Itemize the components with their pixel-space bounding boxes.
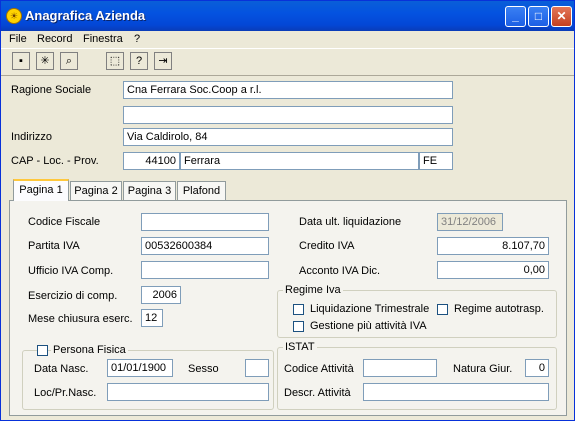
data-nascita-label: Data Nasc. bbox=[34, 363, 89, 375]
cap-field[interactable]: 44100 bbox=[123, 152, 180, 170]
codice-fiscale-label: Codice Fiscale bbox=[28, 216, 101, 228]
ragione-sociale-label: Ragione Sociale bbox=[11, 84, 92, 96]
persona-fisica-checkbox[interactable] bbox=[37, 345, 48, 356]
cancel-icon[interactable]: ✳ bbox=[36, 52, 54, 70]
tab-label: Plafond bbox=[182, 185, 221, 197]
mese-chiusura-label: Mese chiusura eserc. bbox=[28, 313, 133, 325]
window-title: Anagrafica Azienda bbox=[25, 8, 146, 23]
partita-iva-field[interactable]: 00532600384 bbox=[141, 237, 269, 255]
partita-iva-label: Partita IVA bbox=[28, 240, 80, 252]
ufficio-iva-field[interactable] bbox=[141, 261, 269, 279]
data-liquidazione-label: Data ult. liquidazione bbox=[299, 216, 402, 228]
tab-label: Pagina 1 bbox=[19, 184, 63, 196]
tab-pagina-2[interactable]: Pagina 2 bbox=[70, 181, 122, 200]
menu-finestra[interactable]: Finestra bbox=[83, 33, 123, 45]
acconto-iva-label: Acconto IVA Dic. bbox=[299, 265, 381, 277]
gestione-multi-attivita-checkbox[interactable] bbox=[293, 321, 304, 332]
regime-autotrasp-checkbox[interactable] bbox=[437, 304, 448, 315]
help-icon[interactable]: ? bbox=[130, 52, 148, 70]
natura-giuridica-field[interactable]: 0 bbox=[525, 359, 549, 377]
ufficio-iva-label: Ufficio IVA Comp. bbox=[28, 265, 114, 277]
maximize-button[interactable]: □ bbox=[528, 6, 549, 27]
esercizio-label: Esercizio di comp. bbox=[28, 290, 118, 302]
persona-fisica-label: Persona Fisica bbox=[51, 344, 128, 356]
data-nascita-field[interactable]: 01/01/1900 bbox=[107, 359, 173, 377]
close-button[interactable]: ✕ bbox=[551, 6, 572, 27]
menu-file[interactable]: File bbox=[9, 33, 27, 45]
esercizio-field[interactable]: 2006 bbox=[141, 286, 181, 304]
provincia-field[interactable]: FE bbox=[419, 152, 453, 170]
loc-nascita-field[interactable] bbox=[107, 383, 269, 401]
search-icon[interactable]: ⌕ bbox=[60, 52, 78, 70]
title-bar[interactable]: ☀ Anagrafica Azienda _ □ ✕ bbox=[1, 1, 574, 31]
data-liquidazione-field: 31/12/2006 bbox=[437, 213, 503, 231]
tab-plafond[interactable]: Plafond bbox=[177, 181, 226, 200]
sesso-field[interactable] bbox=[245, 359, 269, 377]
regime-autotrasp-label: Regime autotrasp. bbox=[454, 303, 544, 315]
main-window: ☀ Anagrafica Azienda _ □ ✕ File Record F… bbox=[0, 0, 575, 421]
codice-attivita-field[interactable] bbox=[363, 359, 437, 377]
descr-attivita-field[interactable] bbox=[363, 383, 549, 401]
indirizzo-field[interactable]: Via Caldirolo, 84 bbox=[123, 128, 453, 146]
localita-field[interactable]: Ferrara bbox=[180, 152, 419, 170]
tab-label: Pagina 3 bbox=[127, 185, 172, 197]
toolbar: ▪ ✳ ⌕ ⬚ ? ⇥ bbox=[1, 48, 574, 76]
tab-pagina-1[interactable]: Pagina 1 bbox=[13, 179, 69, 201]
liquidazione-trimestrale-checkbox[interactable] bbox=[293, 304, 304, 315]
ragione-sociale-field-2[interactable] bbox=[123, 106, 453, 124]
codice-attivita-label: Codice Attività bbox=[284, 363, 354, 375]
indirizzo-label: Indirizzo bbox=[11, 131, 52, 143]
tab-label: Pagina 2 bbox=[74, 185, 118, 197]
tab-pagina-3[interactable]: Pagina 3 bbox=[123, 181, 176, 200]
natura-giuridica-label: Natura Giur. bbox=[453, 363, 513, 375]
save-icon[interactable]: ▪ bbox=[12, 52, 30, 70]
sesso-label: Sesso bbox=[188, 363, 219, 375]
regime-iva-title: Regime Iva bbox=[283, 284, 343, 296]
mese-chiusura-field[interactable]: 12 bbox=[141, 309, 163, 327]
cap-label: CAP - Loc. - Prov. bbox=[11, 155, 99, 167]
sun-icon: ☀ bbox=[6, 8, 22, 24]
codice-fiscale-field[interactable] bbox=[141, 213, 269, 231]
gestione-multi-attivita-label: Gestione più attività IVA bbox=[310, 320, 427, 332]
credito-iva-label: Credito IVA bbox=[299, 240, 355, 252]
exit-icon[interactable]: ⇥ bbox=[154, 52, 172, 70]
credito-iva-field[interactable]: 8.107,70 bbox=[437, 237, 549, 255]
istat-title: ISTAT bbox=[283, 341, 317, 353]
ragione-sociale-field-1[interactable]: Cna Ferrara Soc.Coop a r.l. bbox=[123, 81, 453, 99]
loc-nascita-label: Loc/Pr.Nasc. bbox=[34, 387, 97, 399]
menu-bar: File Record Finestra ? bbox=[1, 31, 574, 47]
minimize-button[interactable]: _ bbox=[505, 6, 526, 27]
liquidazione-trimestrale-label: Liquidazione Trimestrale bbox=[310, 303, 430, 315]
new-record-icon[interactable]: ⬚ bbox=[106, 52, 124, 70]
menu-help[interactable]: ? bbox=[134, 33, 140, 45]
acconto-iva-field[interactable]: 0,00 bbox=[437, 261, 549, 279]
descr-attivita-label: Descr. Attività bbox=[284, 387, 351, 399]
menu-record[interactable]: Record bbox=[37, 33, 72, 45]
